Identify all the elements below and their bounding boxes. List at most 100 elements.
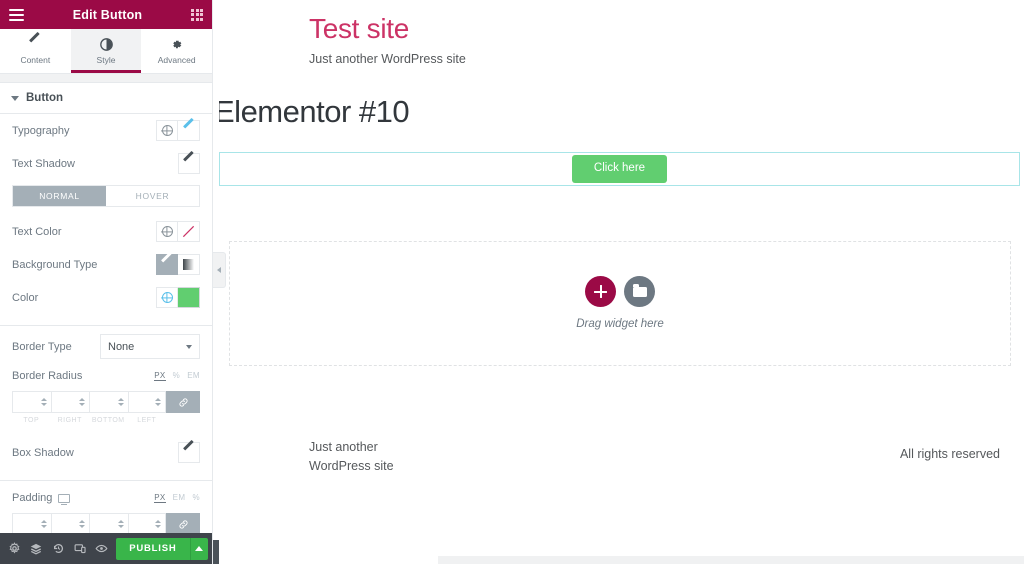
border-radius-left-input[interactable] [128,391,167,413]
color-swatch[interactable] [178,287,200,308]
state-toggle-normal[interactable]: NORMAL [13,186,106,206]
no-color-slash-icon[interactable] [178,221,200,242]
dropzone-label: Drag widget here [576,318,664,330]
border-radius-top-input[interactable] [12,391,51,413]
padding-fields: TOP RIGHT BOTTOM [12,513,200,533]
drag-widget-dropzone[interactable]: Drag widget here [229,241,1011,366]
tab-content[interactable]: Content [0,29,71,73]
border-radius-left-caption: LEFT [128,417,167,424]
gear-settings-icon[interactable] [4,533,26,564]
spinner-icon[interactable] [41,520,47,528]
section-button-label: Button [26,92,63,104]
control-padding: Padding PX EM % [0,485,212,511]
spinner-icon[interactable] [79,520,85,528]
panel-footer: PUBLISH [0,533,212,564]
spinner-icon[interactable] [79,398,85,406]
spinner-icon[interactable] [155,520,161,528]
page-title: Elementor #10 [219,94,1024,130]
publish-options-caret-up-icon[interactable] [190,538,208,560]
padding-bottom-input[interactable] [89,513,128,533]
padding-top-input[interactable] [12,513,51,533]
plus-circle-icon[interactable] [585,276,616,307]
panel-body: Button Typography Text Shadow NORMAL [0,83,212,533]
border-radius-link-values-button[interactable] [166,391,200,413]
page-content: Elementor #10 Click here Drag widget her… [219,94,1024,366]
history-revisions-icon[interactable] [47,533,69,564]
hamburger-icon[interactable] [9,9,24,21]
border-radius-right: RIGHT [51,391,90,424]
canvas-bottom-band [438,556,1024,564]
border-radius-right-caption: RIGHT [51,417,90,424]
gradient-square-icon[interactable] [178,254,200,275]
border-radius-top: TOP [12,391,51,424]
unit-px[interactable]: PX [154,493,165,503]
spinner-icon[interactable] [155,398,161,406]
globe-icon[interactable] [156,287,178,308]
padding-link-values-button[interactable] [166,513,200,533]
control-color-label: Color [12,292,38,304]
control-text-shadow-label: Text Shadow [12,158,75,170]
paint-brush-icon[interactable] [156,254,178,275]
editor-panel: Edit Button Content Style [0,0,213,564]
control-border-radius: Border Radius PX % EM [0,363,212,389]
elementor-editor: Edit Button Content Style [0,0,1024,564]
control-box-shadow-label: Box Shadow [12,447,74,459]
control-color: Color [0,281,212,314]
typography-edit-pencil-icon[interactable] [178,120,200,141]
layers-navigator-icon[interactable] [26,533,48,564]
site-header: Test site Just another WordPress site [219,0,1024,66]
control-typography-label: Typography [12,125,69,137]
globe-icon[interactable] [156,120,178,141]
control-padding-label-group: Padding [12,492,70,504]
tab-advanced[interactable]: Advanced [141,29,212,73]
spinner-icon[interactable] [118,520,124,528]
border-radius-bottom-input[interactable] [89,391,128,413]
unit-px[interactable]: PX [154,371,165,381]
border-radius-left: LEFT [128,391,167,424]
desktop-monitor-icon[interactable] [58,494,70,503]
unit-em[interactable]: EM [173,493,186,503]
text-shadow-edit-pencil-icon[interactable] [178,153,200,174]
border-radius-bottom-caption: BOTTOM [89,417,128,424]
folder-circle-icon[interactable] [624,276,655,307]
box-shadow-edit-pencil-icon[interactable] [178,442,200,463]
site-footer-left-line1: Just another [309,438,394,457]
control-text-color: Text Color [0,215,212,248]
spinner-icon[interactable] [41,398,47,406]
border-radius-units: PX % EM [154,371,200,381]
gear-icon [170,38,183,52]
padding-right-input[interactable] [51,513,90,533]
site-footer-left-line2: WordPress site [309,457,394,476]
padding-right: RIGHT [51,513,90,533]
border-radius-right-input[interactable] [51,391,90,413]
chevron-down-icon [186,345,192,349]
click-here-button[interactable]: Click here [572,155,667,183]
unit-percent[interactable]: % [192,493,200,503]
site-footer-left: Just another WordPress site [309,438,394,476]
eye-preview-icon[interactable] [91,533,113,564]
globe-icon[interactable] [156,221,178,242]
state-toggle: NORMAL HOVER [12,185,200,207]
responsive-mode-icon[interactable] [69,533,91,564]
state-toggle-hover[interactable]: HOVER [106,186,199,206]
panel-collapse-handle[interactable] [213,252,226,288]
panel-tabs: Content Style Advanced [0,29,212,74]
site-footer-right: All rights reserved [900,447,1000,461]
tab-style[interactable]: Style [71,29,142,73]
grid-apps-icon[interactable] [191,9,203,21]
control-border-radius-label: Border Radius [12,370,82,382]
site-title[interactable]: Test site [309,14,1024,45]
padding-bottom: BOTTOM [89,513,128,533]
divider [0,325,212,326]
border-radius-top-caption: TOP [12,417,51,424]
pencil-icon [29,38,41,52]
unit-percent[interactable]: % [173,371,181,381]
unit-em[interactable]: EM [187,371,200,381]
button-widget-selected[interactable]: Click here [219,152,1020,186]
padding-units: PX EM % [154,493,200,503]
publish-button[interactable]: PUBLISH [116,538,189,560]
section-button-header[interactable]: Button [0,83,212,114]
padding-left-input[interactable] [128,513,167,533]
spinner-icon[interactable] [118,398,124,406]
border-type-select[interactable]: None [100,334,200,359]
